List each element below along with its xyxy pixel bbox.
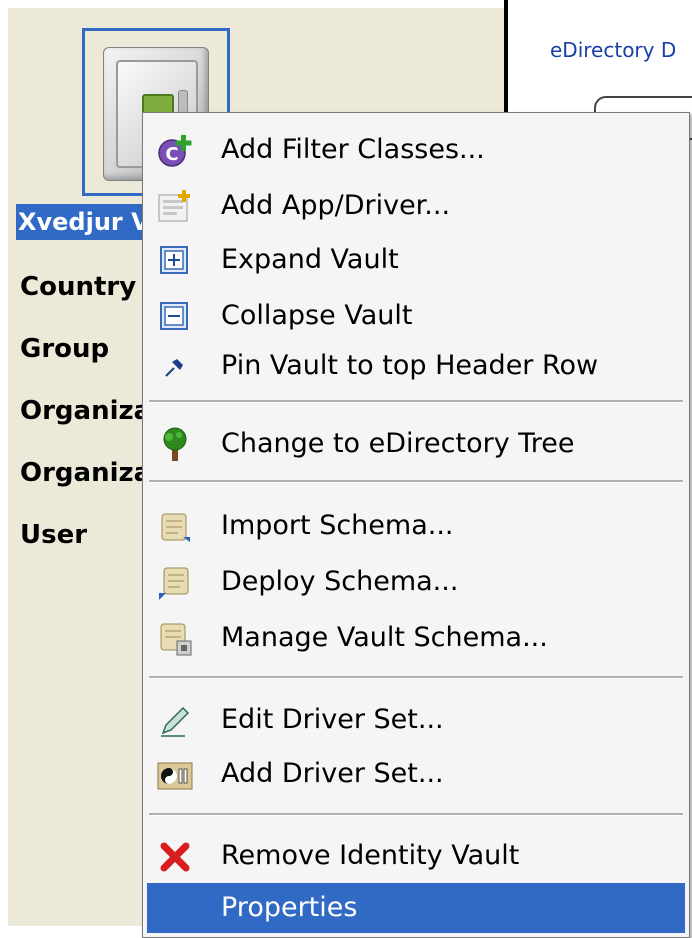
menu-item-properties[interactable]: Properties — [147, 883, 685, 933]
menu-item-change-to-edirectory-tree[interactable]: Change to eDirectory Tree — [147, 419, 685, 469]
menu-separator — [149, 676, 683, 679]
menu-separator — [149, 480, 683, 483]
menu-item-remove-identity-vault[interactable]: Remove Identity Vault — [147, 831, 685, 881]
class-item-organization[interactable]: Organiza — [20, 396, 151, 426]
pin-icon — [157, 349, 193, 385]
vault-name-label[interactable]: Xvedjur V — [16, 204, 158, 240]
expand-icon — [157, 243, 193, 279]
menu-item-deploy-schema[interactable]: Deploy Schema... — [147, 557, 685, 607]
deploy-schema-icon — [157, 565, 193, 601]
menu-item-edit-driver-set[interactable]: Edit Driver Set... — [147, 695, 685, 745]
menu-label: Pin Vault to top Header Row — [221, 350, 599, 381]
add-driver-set-icon — [157, 757, 193, 793]
add-filter-classes-icon: C — [157, 133, 193, 169]
svg-text:C: C — [165, 144, 178, 165]
pencil-icon — [157, 703, 193, 739]
menu-item-add-driver-set[interactable]: Add Driver Set... — [147, 749, 685, 799]
menu-label: Change to eDirectory Tree — [221, 428, 575, 459]
menu-item-add-filter-classes[interactable]: C Add Filter Classes... — [147, 125, 685, 175]
import-schema-icon — [157, 509, 193, 545]
menu-label: Add Driver Set... — [221, 758, 444, 789]
menu-separator — [149, 400, 683, 403]
menu-label: Add App/Driver... — [221, 190, 451, 221]
menu-item-add-app-driver[interactable]: Add App/Driver... — [147, 181, 685, 231]
edirectory-label: eDirectory D — [550, 38, 677, 62]
red-x-icon — [157, 839, 193, 875]
class-item-group[interactable]: Group — [20, 334, 109, 364]
class-item-country[interactable]: Country — [20, 272, 136, 302]
menu-item-import-schema[interactable]: Import Schema... — [147, 501, 685, 551]
class-item-organizational-unit[interactable]: Organiza — [20, 458, 151, 488]
menu-label: Manage Vault Schema... — [221, 622, 548, 653]
menu-label: Properties — [221, 892, 358, 923]
manage-schema-icon — [157, 621, 193, 657]
menu-label: Collapse Vault — [221, 300, 413, 331]
add-app-driver-icon — [157, 189, 193, 225]
menu-label: Add Filter Classes... — [221, 134, 485, 165]
menu-label: Remove Identity Vault — [221, 840, 520, 871]
menu-item-collapse-vault[interactable]: Collapse Vault — [147, 291, 685, 341]
menu-item-expand-vault[interactable]: Expand Vault — [147, 235, 685, 285]
context-menu: C Add Filter Classes... Add App/Driver..… — [142, 112, 690, 938]
menu-separator — [149, 813, 683, 816]
menu-label: Expand Vault — [221, 244, 399, 275]
tree-icon — [157, 427, 193, 463]
menu-label: Deploy Schema... — [221, 566, 459, 597]
class-item-user[interactable]: User — [20, 520, 87, 550]
menu-item-manage-vault-schema[interactable]: Manage Vault Schema... — [147, 613, 685, 663]
menu-label: Edit Driver Set... — [221, 704, 444, 735]
collapse-icon — [157, 299, 193, 335]
menu-label: Import Schema... — [221, 510, 454, 541]
menu-item-pin-vault[interactable]: Pin Vault to top Header Row — [147, 341, 685, 391]
